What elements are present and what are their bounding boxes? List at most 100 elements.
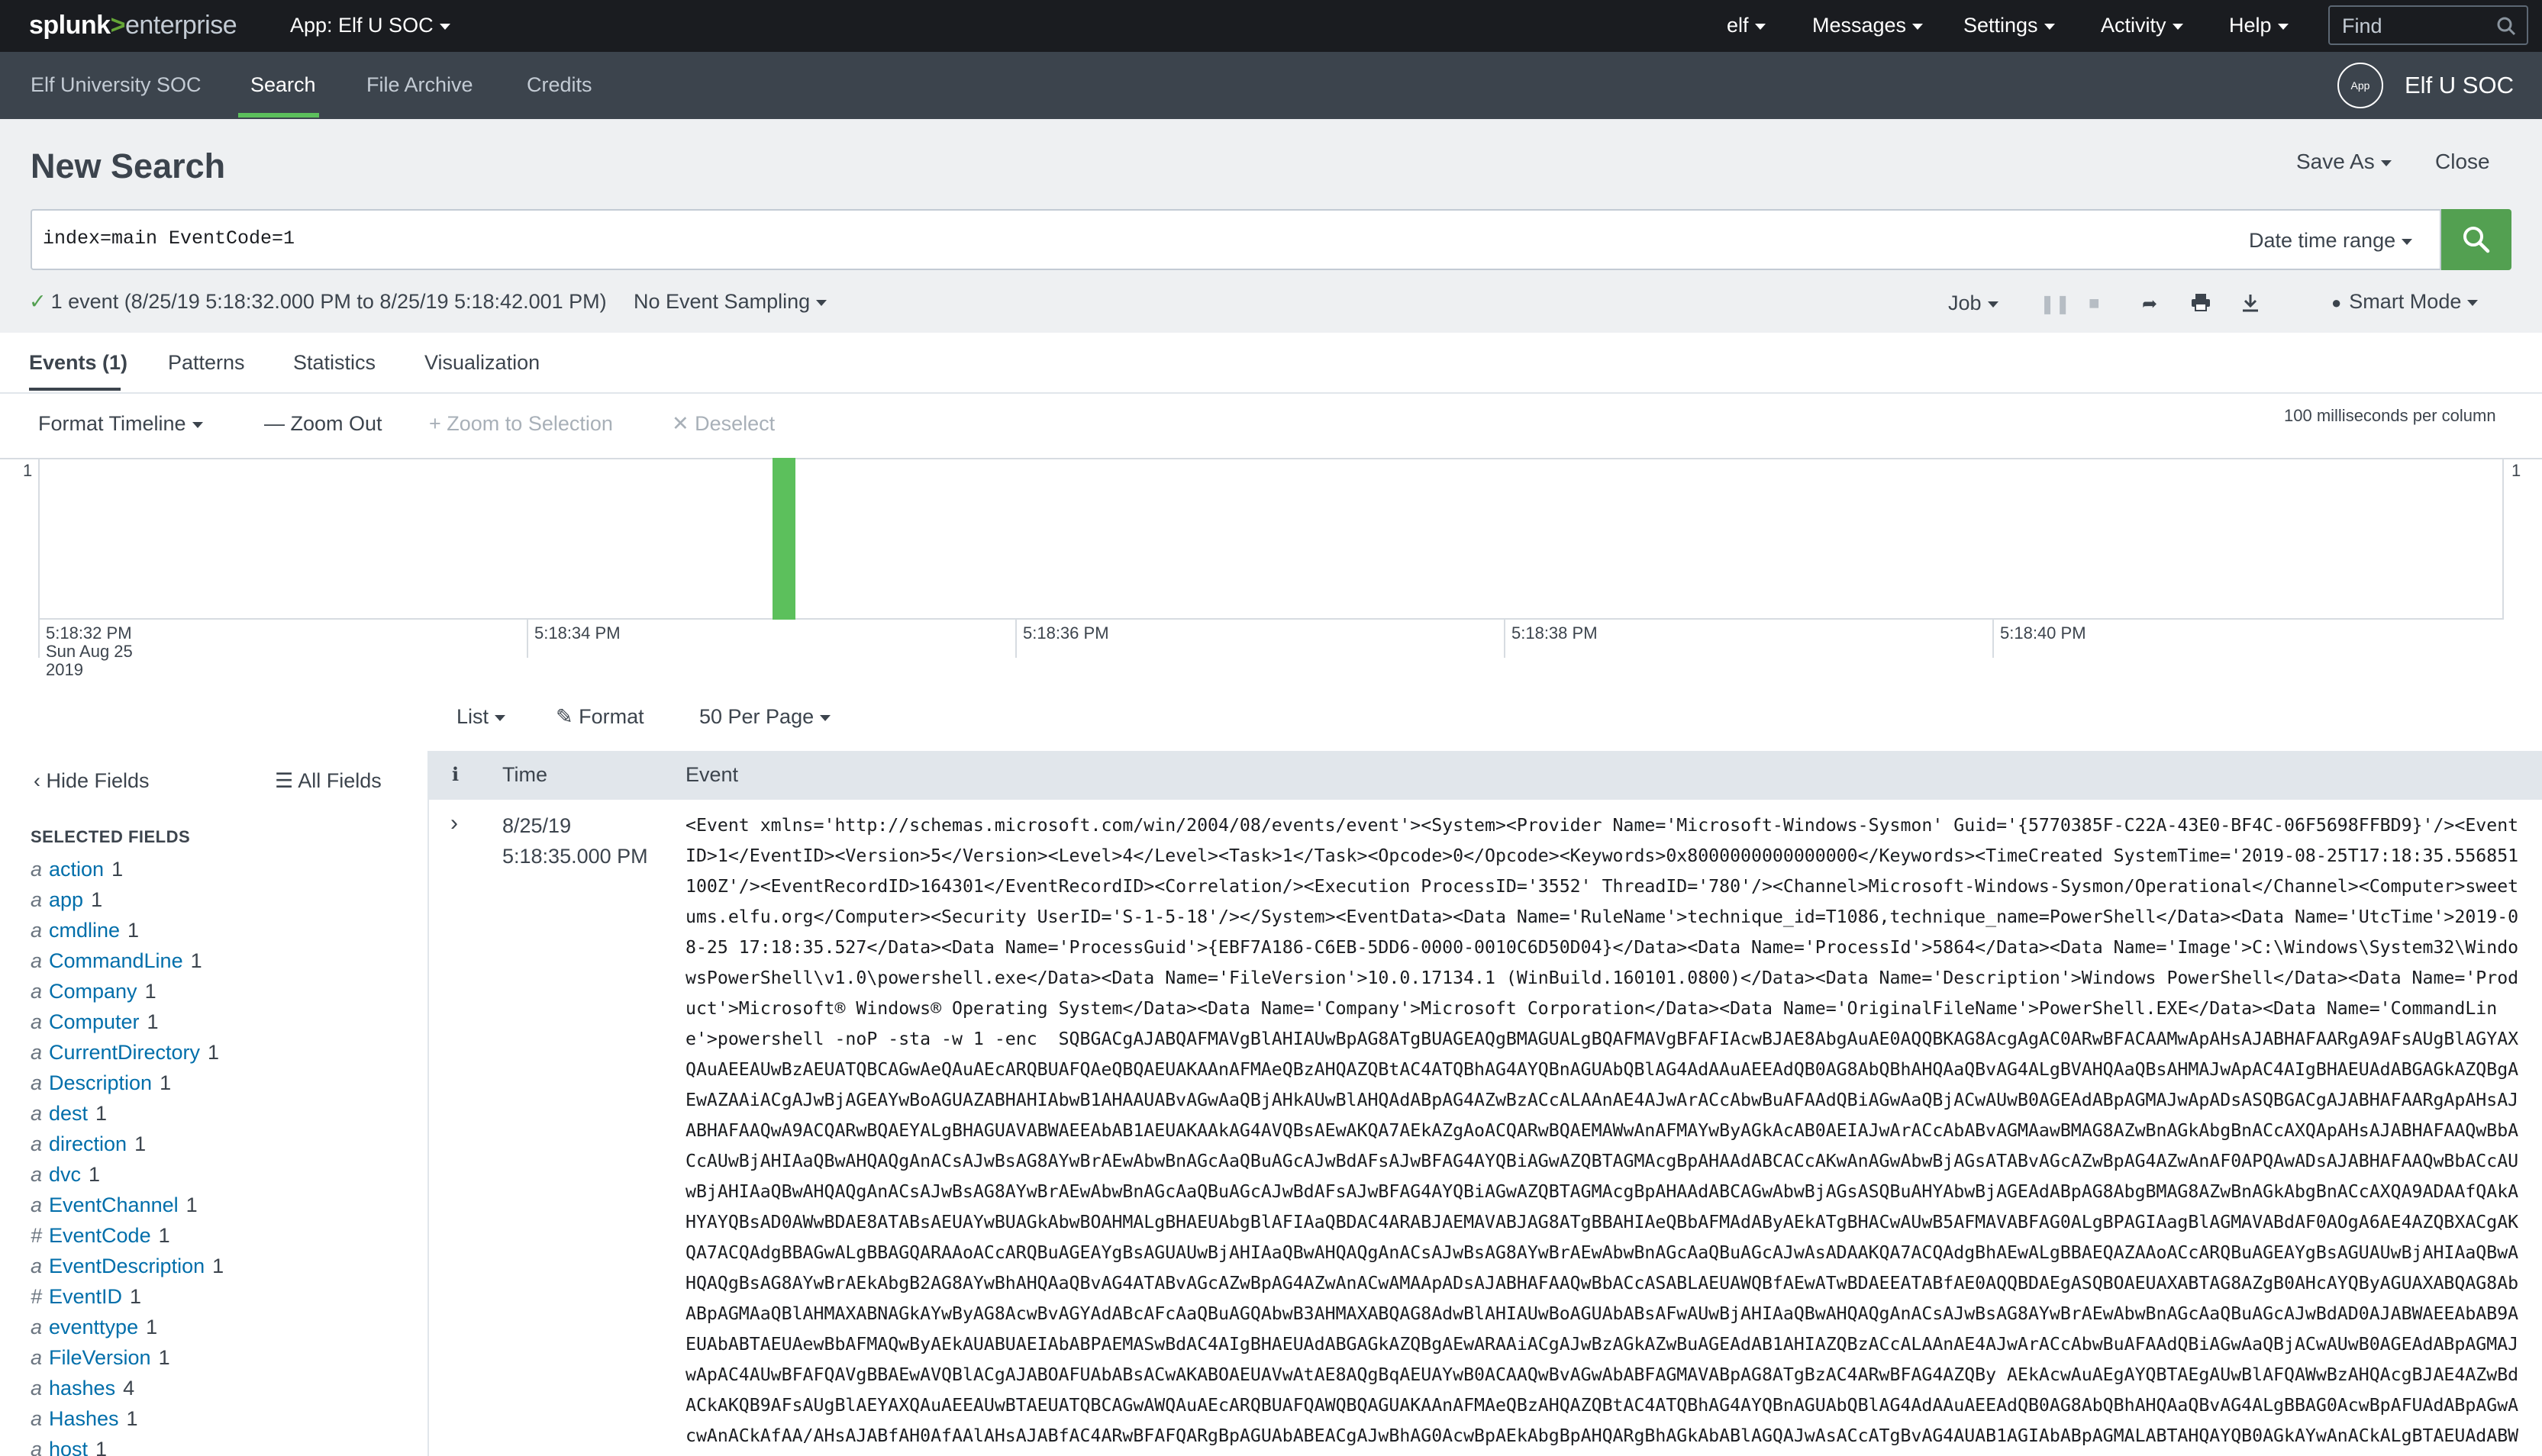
field-name[interactable]: EventCode	[49, 1224, 151, 1247]
field-item[interactable]: a EventChannel 1	[31, 1193, 198, 1224]
date-range-picker[interactable]: Date time range	[2229, 209, 2441, 270]
find-input[interactable]: Find	[2328, 5, 2528, 45]
event-sampling-menu[interactable]: No Event Sampling	[634, 290, 827, 314]
event-column-header[interactable]: Event	[686, 763, 738, 787]
field-item[interactable]: a dest 1	[31, 1102, 107, 1132]
field-item[interactable]: a host 1	[31, 1438, 107, 1456]
field-name[interactable]: EventChannel	[49, 1193, 179, 1216]
field-item[interactable]: a FileVersion 1	[31, 1346, 170, 1377]
pause-icon[interactable]: ❚❚	[2040, 293, 2070, 315]
field-name[interactable]: CurrentDirectory	[49, 1041, 200, 1064]
format-results-button[interactable]: ✎ Format	[556, 705, 644, 729]
messages-menu[interactable]: Messages	[1812, 14, 1924, 37]
find-placeholder: Find	[2342, 14, 2382, 37]
field-name[interactable]: Hashes	[49, 1407, 119, 1430]
field-name[interactable]: EventDescription	[49, 1255, 205, 1277]
help-menu[interactable]: Help	[2229, 14, 2289, 37]
stop-icon[interactable]: ■	[2089, 293, 2100, 314]
search-button[interactable]	[2441, 209, 2511, 270]
timeline-bar[interactable]	[773, 458, 795, 620]
field-item[interactable]: a Description 1	[31, 1071, 171, 1102]
field-name[interactable]: Computer	[49, 1010, 140, 1033]
user-menu[interactable]: elf	[1727, 14, 1766, 37]
field-name[interactable]: eventtype	[49, 1316, 138, 1338]
field-name[interactable]: app	[49, 888, 83, 911]
field-name[interactable]: direction	[49, 1132, 127, 1155]
list-view-menu[interactable]: List	[456, 705, 506, 729]
field-name[interactable]: cmdline	[49, 919, 120, 942]
field-item[interactable]: a hashes 4	[31, 1377, 134, 1407]
field-item[interactable]: a direction 1	[31, 1132, 146, 1163]
nav-file-archive[interactable]: File Archive	[366, 73, 473, 97]
deselect-button[interactable]: ✕ Deselect	[672, 412, 775, 436]
splunk-logo[interactable]: splunk>enterprise	[29, 11, 237, 40]
nav-credits[interactable]: Credits	[527, 73, 592, 97]
field-item[interactable]: # EventID 1	[31, 1285, 141, 1316]
field-item[interactable]: a Company 1	[31, 980, 156, 1010]
expand-event-icon[interactable]: ›	[450, 810, 458, 836]
export-icon[interactable]	[2241, 293, 2260, 318]
tab-visualization[interactable]: Visualization	[424, 351, 540, 375]
zoom-to-selection-button[interactable]: + Zoom to Selection	[429, 412, 613, 436]
field-name[interactable]: hashes	[49, 1377, 115, 1400]
field-item[interactable]: # EventCode 1	[31, 1224, 170, 1255]
time-column-header[interactable]: Time	[502, 763, 547, 787]
nav-search[interactable]: Search	[250, 73, 316, 97]
timeline-y-max-right: 1	[2511, 461, 2521, 480]
share-icon[interactable]: ➦	[2142, 293, 2157, 315]
field-item[interactable]: a Hashes 1	[31, 1407, 138, 1438]
field-name[interactable]: Description	[49, 1071, 152, 1094]
field-item[interactable]: a eventtype 1	[31, 1316, 157, 1346]
chevron-left-icon: ‹	[34, 769, 47, 792]
user-menu-label: elf	[1727, 14, 1749, 37]
timeline-resolution: 100 milliseconds per column	[2284, 406, 2496, 425]
search-mode-menu[interactable]: ● Smart Mode	[2331, 290, 2479, 314]
tab-statistics[interactable]: Statistics	[293, 351, 376, 375]
search-bar[interactable]	[31, 209, 2231, 270]
app-menu[interactable]: App: Elf U SOC	[290, 14, 450, 37]
format-timeline-menu[interactable]: Format Timeline	[38, 412, 203, 436]
field-item[interactable]: a Computer 1	[31, 1010, 159, 1041]
field-type-icon: a	[31, 888, 43, 911]
timeline-chart[interactable]	[38, 458, 2504, 620]
save-as-menu[interactable]: Save As	[2296, 150, 2392, 174]
job-menu[interactable]: Job	[1948, 292, 1998, 315]
field-item[interactable]: a cmdline 1	[31, 919, 139, 949]
minus-icon: —	[264, 412, 291, 435]
field-item[interactable]: a EventDescription 1	[31, 1255, 224, 1285]
settings-menu[interactable]: Settings	[1963, 14, 2055, 37]
search-query-input[interactable]: index=main EventCode=1	[43, 227, 295, 250]
field-name[interactable]: EventID	[49, 1285, 122, 1308]
field-count: 1	[158, 1224, 170, 1247]
hide-fields-button[interactable]: ‹ Hide Fields	[34, 769, 150, 793]
field-type-icon: a	[31, 1407, 43, 1430]
close-button[interactable]: Close	[2435, 150, 2490, 174]
field-item[interactable]: a CommandLine 1	[31, 949, 202, 980]
field-name[interactable]: host	[49, 1438, 88, 1456]
field-name[interactable]: dest	[49, 1102, 88, 1125]
field-count: 1	[212, 1255, 224, 1277]
event-timestamp[interactable]: 8/25/19 5:18:35.000 PM	[502, 810, 648, 871]
activity-menu[interactable]: Activity	[2101, 14, 2183, 37]
field-type-icon: a	[31, 949, 43, 972]
field-item[interactable]: a dvc 1	[31, 1163, 100, 1193]
zoom-out-button[interactable]: — Zoom Out	[264, 412, 382, 436]
field-type-icon: a	[31, 1377, 43, 1400]
nav-elf-university-soc[interactable]: Elf University SOC	[31, 73, 202, 97]
all-fields-button[interactable]: ☰ All Fields	[275, 769, 382, 793]
field-item[interactable]: a app 1	[31, 888, 102, 919]
print-icon[interactable]	[2191, 293, 2211, 317]
field-name[interactable]: CommandLine	[49, 949, 183, 972]
field-item[interactable]: a action 1	[31, 858, 123, 888]
field-name[interactable]: action	[49, 858, 104, 881]
per-page-menu[interactable]: 50 Per Page	[699, 705, 831, 729]
field-name[interactable]: Company	[49, 980, 137, 1003]
field-item[interactable]: a CurrentDirectory 1	[31, 1041, 219, 1071]
tab-events[interactable]: Events (1)	[29, 351, 127, 375]
event-raw-text[interactable]: <Event xmlns='http://schemas.microsoft.c…	[686, 810, 2527, 1456]
field-name[interactable]: FileVersion	[49, 1346, 151, 1369]
field-name[interactable]: dvc	[49, 1163, 81, 1186]
caret-down-icon	[1754, 23, 1766, 30]
field-count: 1	[147, 1010, 159, 1033]
tab-patterns[interactable]: Patterns	[168, 351, 245, 375]
